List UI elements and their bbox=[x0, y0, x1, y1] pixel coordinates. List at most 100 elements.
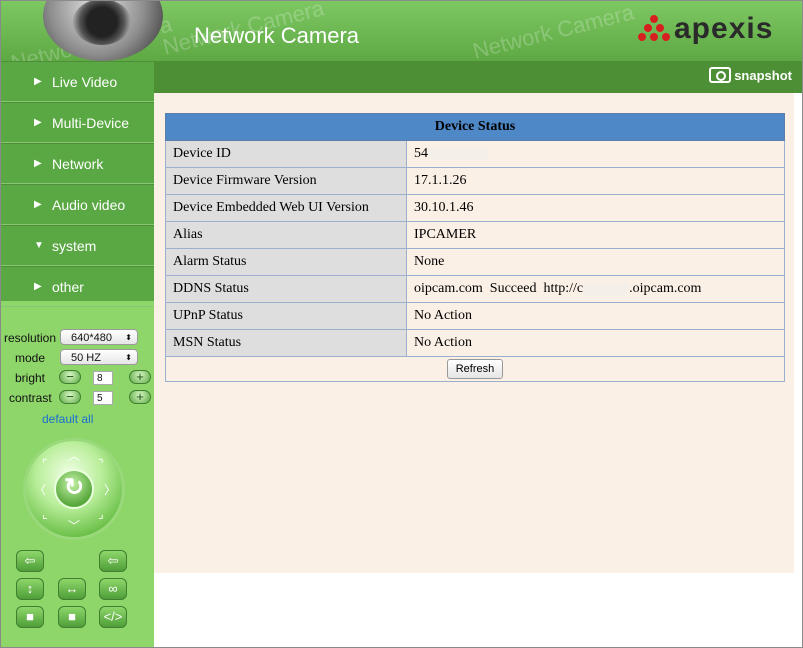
row-value: 17.1.1.26 bbox=[406, 167, 785, 195]
sidebar-item-label: other bbox=[52, 278, 84, 295]
default-all-link[interactable]: default all bbox=[42, 412, 93, 426]
apexis-logo: apexis bbox=[638, 11, 773, 47]
table-row: Refresh bbox=[165, 356, 785, 382]
row-label: MSN Status bbox=[165, 329, 407, 357]
camera-icon bbox=[709, 67, 732, 83]
page-margin bbox=[794, 93, 802, 647]
bright-value[interactable]: 8 bbox=[93, 371, 113, 385]
flip-horizontal-icon[interactable]: ⇦ bbox=[16, 550, 44, 572]
table-row: Alarm Status None bbox=[165, 248, 785, 276]
mirror-icon[interactable]: ⇦ bbox=[99, 550, 127, 572]
triangle-right-icon: ▶ bbox=[34, 117, 42, 128]
resolution-value: 640*480 bbox=[71, 332, 112, 344]
row-value: No Action bbox=[406, 329, 785, 357]
table-row: UPnP Status No Action bbox=[165, 302, 785, 330]
sidebar: ▶ Live Video ▶ Multi-Device ▶ Network ▶ Audi… bbox=[1, 61, 154, 647]
triangle-down-icon: ▼ bbox=[34, 240, 44, 251]
pan-down-icon[interactable]: ﹀ bbox=[68, 517, 80, 534]
pan-up-left-icon[interactable]: ⌜ bbox=[42, 457, 48, 471]
row-value: No Action bbox=[406, 302, 785, 330]
triangle-right-icon: ▶ bbox=[34, 281, 42, 292]
contrast-increase-button[interactable]: + bbox=[129, 390, 151, 404]
sidebar-item-network[interactable]: ▶ Network bbox=[1, 143, 154, 184]
header: Network Camera Network Camera Network Ca… bbox=[1, 1, 802, 61]
row-label: Alarm Status bbox=[165, 248, 407, 276]
row-label: Device Embedded Web UI Version bbox=[165, 194, 407, 222]
refresh-cell: Refresh bbox=[165, 356, 785, 382]
sidebar-item-live-video[interactable]: ▶ Live Video bbox=[1, 61, 154, 102]
row-label: Device ID bbox=[165, 140, 407, 168]
refresh-button[interactable]: Refresh bbox=[446, 359, 504, 379]
infinite-patrol-icon[interactable]: ∞ bbox=[99, 578, 127, 600]
stop-patrol-icon[interactable]: ■ bbox=[58, 606, 86, 628]
resolution-select[interactable]: 640*480 ⬍ bbox=[60, 329, 138, 345]
pan-down-right-icon[interactable]: ⌟ bbox=[98, 507, 104, 521]
row-value: oipcam.com Succeed http://c .oipcam.com bbox=[406, 275, 785, 303]
row-value: 30.10.1.46 bbox=[406, 194, 785, 222]
table-row: Device Embedded Web UI Version 30.10.1.46 bbox=[165, 194, 785, 222]
top-bar: snapshot bbox=[154, 61, 802, 93]
ddns-value: oipcam.com Succeed http://c bbox=[414, 281, 584, 296]
row-label: Alias bbox=[165, 221, 407, 249]
app-title: Network Camera bbox=[194, 23, 360, 48]
mode-value: 50 HZ bbox=[71, 352, 101, 364]
snapshot-label: snapshot bbox=[734, 67, 792, 83]
table-row: MSN Status No Action bbox=[165, 329, 785, 357]
triangle-right-icon: ▶ bbox=[34, 76, 42, 87]
ptz-control-pad[interactable]: ︿ ﹀ 〈 〉 ⌜ ⌝ ⌞ ⌟ ↻ bbox=[26, 441, 122, 537]
logo-text: apexis bbox=[674, 12, 774, 45]
watermark-text: Network Camera bbox=[470, 1, 637, 61]
row-value: IPCAMER bbox=[406, 221, 785, 249]
sidebar-item-multi-device[interactable]: ▶ Multi-Device bbox=[1, 102, 154, 143]
io-switch-icon[interactable]: </> bbox=[99, 606, 127, 628]
table-title: Device Status bbox=[165, 113, 785, 141]
select-arrows-icon: ⬍ bbox=[125, 353, 132, 362]
snapshot-button[interactable]: snapshot bbox=[709, 67, 792, 83]
contrast-value[interactable]: 5 bbox=[93, 391, 113, 405]
table-row: Device ID 54 bbox=[165, 140, 785, 168]
triangle-right-icon: ▶ bbox=[34, 199, 42, 210]
device-id-value: 54 bbox=[414, 146, 428, 161]
sidebar-item-system[interactable]: ▼ system bbox=[1, 225, 154, 266]
page-margin bbox=[154, 573, 794, 647]
device-status-table: Device Status Device ID 54 Device Firmwar… bbox=[165, 113, 785, 382]
contrast-label: contrast bbox=[9, 391, 52, 405]
table-row: Device Firmware Version 17.1.1.26 bbox=[165, 167, 785, 195]
table-row: Alias IPCAMER bbox=[165, 221, 785, 249]
table-row: DDNS Status oipcam.com Succeed http://c .o… bbox=[165, 275, 785, 303]
redacted-area bbox=[583, 282, 630, 295]
sidebar-item-label: Network bbox=[52, 155, 104, 172]
bright-increase-button[interactable]: + bbox=[129, 370, 151, 384]
sidebar-item-label: Multi-Device bbox=[52, 114, 130, 131]
stop-icon[interactable]: ■ bbox=[16, 606, 44, 628]
mode-label: mode bbox=[15, 351, 46, 365]
main-content: Device Status Device ID 54 Device Firmwar… bbox=[154, 93, 794, 573]
pan-left-icon[interactable]: 〈 bbox=[34, 481, 46, 498]
mode-select[interactable]: 50 HZ ⬍ bbox=[60, 349, 138, 365]
bright-decrease-button[interactable]: − bbox=[59, 370, 81, 384]
sidebar-item-audio-video[interactable]: ▶ Audio video bbox=[1, 184, 154, 225]
triangle-right-icon: ▶ bbox=[34, 158, 42, 169]
horizontal-patrol-icon[interactable]: ↔ bbox=[58, 578, 86, 600]
bright-label: bright bbox=[15, 371, 46, 385]
logo-dots-icon bbox=[638, 15, 670, 43]
contrast-decrease-button[interactable]: − bbox=[59, 390, 81, 404]
row-value: 54 bbox=[406, 140, 785, 168]
row-label: UPnP Status bbox=[165, 302, 407, 330]
resolution-label: resolution bbox=[4, 331, 57, 345]
pan-right-icon[interactable]: 〉 bbox=[104, 481, 116, 498]
sidebar-item-label: Audio video bbox=[52, 196, 126, 213]
ptz-center-button[interactable]: ↻ bbox=[54, 469, 94, 509]
pan-up-icon[interactable]: ︿ bbox=[68, 447, 80, 464]
redacted-area bbox=[428, 147, 488, 160]
sidebar-item-label: Live Video bbox=[52, 73, 118, 90]
pan-up-right-icon[interactable]: ⌝ bbox=[98, 457, 104, 471]
browser-frame: Network Camera Network Camera Network Ca… bbox=[0, 0, 803, 648]
vertical-patrol-icon[interactable]: ↕ bbox=[16, 578, 44, 600]
pan-down-left-icon[interactable]: ⌞ bbox=[42, 507, 48, 521]
select-arrows-icon: ⬍ bbox=[125, 333, 132, 342]
row-value: None bbox=[406, 248, 785, 276]
sidebar-item-other[interactable]: ▶ other bbox=[1, 266, 154, 307]
sidebar-nav: ▶ Live Video ▶ Multi-Device ▶ Network ▶ Audi… bbox=[1, 61, 154, 307]
row-label: Device Firmware Version bbox=[165, 167, 407, 195]
